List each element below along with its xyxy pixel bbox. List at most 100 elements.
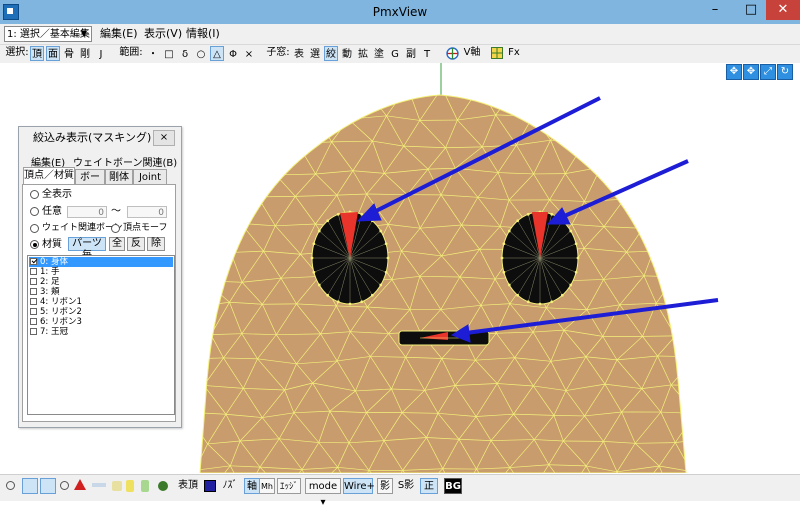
child-table-button[interactable]: 表 bbox=[292, 46, 306, 61]
tab-vertex-material[interactable]: 頂点／材質 bbox=[23, 167, 75, 185]
range-delta-button[interactable]: δ bbox=[178, 46, 192, 61]
checkbox[interactable] bbox=[30, 258, 37, 265]
child-scale-button[interactable]: 拡 bbox=[356, 46, 370, 61]
minimize-button[interactable]: – bbox=[697, 0, 733, 20]
checkbox[interactable] bbox=[30, 318, 37, 325]
menu-edit[interactable]: 編集(E) bbox=[100, 26, 138, 42]
line-icon[interactable] bbox=[92, 483, 106, 487]
maximize-button[interactable]: □ bbox=[733, 0, 769, 20]
fx-button[interactable]: Fx bbox=[506, 45, 522, 61]
shape-icon-3[interactable] bbox=[141, 480, 149, 492]
invert-button[interactable]: 反 bbox=[127, 237, 145, 251]
child-paint-button[interactable]: 塗 bbox=[372, 46, 386, 61]
checkbox[interactable] bbox=[30, 268, 37, 275]
range-triangle-button[interactable]: △ bbox=[210, 46, 224, 61]
all-button[interactable]: 全 bbox=[109, 237, 125, 251]
list-item[interactable]: 5: リボン2 bbox=[29, 307, 173, 317]
shape-icon-4[interactable] bbox=[158, 481, 168, 491]
select-label: 選択: bbox=[4, 45, 30, 61]
checkbox[interactable] bbox=[30, 288, 37, 295]
child-sub-button[interactable]: 副 bbox=[404, 46, 418, 61]
list-item[interactable]: 1: 手 bbox=[29, 267, 173, 277]
checkbox[interactable] bbox=[30, 328, 37, 335]
vertex-morph-label: 頂点モーフ bbox=[123, 222, 167, 235]
show-all-radio[interactable] bbox=[30, 190, 39, 199]
list-item[interactable]: 3: 頬 bbox=[29, 287, 173, 297]
child-select-button[interactable]: 選 bbox=[308, 46, 322, 61]
list-item[interactable]: 0: 身体 bbox=[29, 257, 173, 267]
child-move-button[interactable]: 動 bbox=[340, 46, 354, 61]
mode-select[interactable]: 1: 選択／基本編集 ▼ bbox=[4, 26, 92, 42]
rotate-view-icon[interactable]: ↻ bbox=[777, 64, 793, 80]
select-bone-button[interactable]: 骨 bbox=[62, 46, 76, 61]
list-item[interactable]: 6: リボン3 bbox=[29, 317, 173, 327]
pan-view-icon[interactable]: ✥ bbox=[743, 64, 759, 80]
material-list[interactable]: 0: 身体 1: 手 2: 足 3: 頬 4: リボン1 5: リボン2 6: … bbox=[27, 255, 175, 415]
select-joint-button[interactable]: J bbox=[94, 46, 108, 61]
triangle-icon[interactable] bbox=[74, 479, 86, 490]
shape-icon-2[interactable] bbox=[126, 480, 134, 492]
material-radio[interactable] bbox=[30, 240, 39, 249]
checkbox[interactable] bbox=[30, 308, 37, 315]
ortho-toggle[interactable]: 正 bbox=[420, 478, 438, 494]
checkbox[interactable] bbox=[30, 278, 37, 285]
select-rigid-button[interactable]: 剛 bbox=[78, 46, 92, 61]
child-text-button[interactable]: T bbox=[420, 46, 434, 61]
panel-close-button[interactable]: × bbox=[153, 130, 175, 146]
vertex-morph-radio[interactable] bbox=[111, 224, 120, 233]
select-face-button[interactable]: 面 bbox=[46, 46, 60, 61]
zoom-view-icon[interactable]: ⤢ bbox=[760, 64, 776, 80]
tab-bone[interactable]: ボーン bbox=[75, 169, 105, 184]
range-rect-button[interactable]: □ bbox=[162, 46, 176, 61]
mode-dropdown[interactable]: mode ▾ bbox=[305, 478, 341, 494]
range-point-button[interactable]: ・ bbox=[146, 46, 160, 61]
color-swatch-icon[interactable] bbox=[204, 480, 216, 492]
child-group-button[interactable]: G bbox=[388, 46, 402, 61]
per-part-button[interactable]: パーツ毎 bbox=[68, 237, 106, 251]
show-all-label: 全表示 bbox=[42, 188, 72, 201]
tab-rigid[interactable]: 剛体 bbox=[105, 169, 133, 184]
material-label: 材質 bbox=[42, 238, 62, 251]
range-phi-button[interactable]: Φ bbox=[226, 46, 240, 61]
edge-toggle[interactable]: ｴｯｼﾞ bbox=[277, 478, 301, 494]
noise-toggle[interactable]: ﾉｽﾞ bbox=[220, 478, 240, 494]
child-filter-button[interactable]: 絞 bbox=[324, 46, 338, 61]
bg-button[interactable]: BG bbox=[444, 478, 462, 494]
close-button[interactable]: ✕ bbox=[766, 0, 800, 20]
face-vertex-toggle[interactable]: 表頂 bbox=[176, 478, 200, 494]
arbitrary-radio[interactable] bbox=[30, 207, 39, 216]
shape-icon-1[interactable] bbox=[112, 481, 122, 491]
select-vertex-button[interactable]: 頂 bbox=[30, 46, 44, 61]
vertex-display-icon[interactable] bbox=[22, 478, 38, 494]
mode-label: mode bbox=[309, 481, 337, 492]
wire-toggle[interactable]: Wire+ bbox=[343, 478, 373, 494]
move-view-icon[interactable]: ✥ bbox=[726, 64, 742, 80]
list-item[interactable]: 2: 足 bbox=[29, 277, 173, 287]
tab-joint[interactable]: Joint bbox=[133, 169, 167, 184]
axis-toggle[interactable]: 軸 bbox=[244, 478, 260, 494]
v-axis-button[interactable]: V軸 bbox=[460, 45, 484, 61]
radio-icon[interactable] bbox=[6, 481, 15, 490]
panel-menu-weight-bone[interactable]: ウェイトボーン関連(B) bbox=[73, 154, 177, 169]
exclude-button[interactable]: 除 bbox=[147, 237, 165, 251]
checkbox[interactable] bbox=[30, 298, 37, 305]
radio-icon-2[interactable] bbox=[60, 481, 69, 490]
range-circle-button[interactable]: ○ bbox=[194, 46, 208, 61]
range-to-field[interactable]: 0 bbox=[127, 206, 167, 218]
mh-toggle[interactable]: Mh bbox=[259, 478, 275, 494]
menu-view[interactable]: 表示(V) bbox=[144, 26, 182, 42]
range-from-field[interactable]: 0 bbox=[67, 206, 107, 218]
list-item[interactable]: 7: 王冠 bbox=[29, 327, 173, 337]
menu-info[interactable]: 情報(I) bbox=[186, 26, 220, 42]
weight-bone-radio[interactable] bbox=[30, 224, 39, 233]
self-shadow-toggle[interactable]: S影 bbox=[396, 478, 416, 494]
masking-panel: 絞込み表示(マスキング) × 編集(E) ウェイトボーン関連(B) 頂点／材質 … bbox=[18, 126, 182, 428]
shadow-toggle[interactable]: 影 bbox=[377, 478, 393, 494]
list-item[interactable]: 4: リボン1 bbox=[29, 297, 173, 307]
range-clear-button[interactable]: × bbox=[242, 46, 256, 61]
globe-icon[interactable] bbox=[446, 47, 459, 60]
grid-icon[interactable] bbox=[491, 47, 503, 59]
face-display-icon[interactable] bbox=[40, 478, 56, 494]
arbitrary-label: 任意 bbox=[42, 205, 62, 218]
child-window-label: 子窓: bbox=[264, 45, 292, 61]
